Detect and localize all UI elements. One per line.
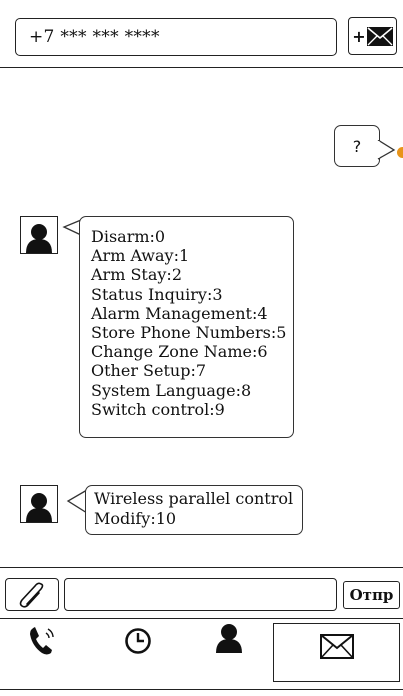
person-icon: [26, 224, 52, 253]
menu-option-line: Disarm:0: [91, 227, 166, 246]
nav-calls-tab[interactable]: [24, 622, 64, 660]
menu-option-line: Arm Away:1: [91, 246, 190, 266]
menu-option-line: Arm Stay:2: [91, 265, 182, 285]
send-button[interactable]: Отпр: [343, 581, 400, 609]
envelope-icon: [366, 26, 393, 46]
incoming-message-bubble: Wireless parallel control Modify:10: [85, 485, 303, 535]
menu-option-line: Change Zone Name:6: [91, 342, 268, 362]
bottom-divider: [0, 689, 403, 690]
sender-avatar: [20, 485, 58, 523]
new-message-button[interactable]: +: [348, 17, 397, 55]
plus-label: +: [352, 26, 366, 46]
sender-avatar: [20, 216, 58, 254]
nav-messages-tab[interactable]: [273, 623, 400, 682]
envelope-icon: [319, 634, 354, 659]
message-status-indicator: [397, 147, 403, 158]
paperclip-icon: [19, 582, 44, 608]
message-input[interactable]: [64, 578, 337, 611]
phone-number-value: +7 *** *** ****: [29, 27, 160, 47]
phone-number-field[interactable]: +7 *** *** ****: [15, 18, 337, 56]
outgoing-bubble-tail: [377, 140, 396, 160]
nav-divider: [0, 618, 403, 619]
outgoing-message-bubble: ?: [334, 125, 380, 167]
message-line: Wireless parallel control: [94, 489, 294, 508]
nav-history-tab[interactable]: [118, 622, 158, 660]
attach-button[interactable]: [5, 578, 59, 611]
phone-call-icon: [30, 627, 54, 655]
menu-option-line: Other Setup:7: [91, 361, 207, 381]
incoming-message-bubble: Disarm:0 Arm Away:1 Arm Stay:2 Status In…: [79, 216, 294, 438]
menu-option-line: Alarm Management:4: [91, 303, 268, 323]
composer-divider: [0, 567, 403, 568]
menu-option-line: Status Inquiry:3: [91, 284, 223, 304]
header-divider: [0, 67, 403, 68]
clock-icon: [125, 628, 151, 654]
menu-option-line: System Language:8: [91, 380, 252, 400]
nav-contacts-tab[interactable]: [209, 619, 249, 657]
person-icon: [216, 624, 242, 653]
menu-option-line: Store Phone Numbers:5: [91, 323, 287, 343]
outgoing-message-text: ?: [352, 136, 362, 156]
menu-option-line: Switch control:9: [91, 399, 225, 419]
message-line: Modify:10: [94, 509, 177, 528]
send-label: Отпр: [349, 586, 394, 604]
person-icon: [26, 493, 52, 522]
